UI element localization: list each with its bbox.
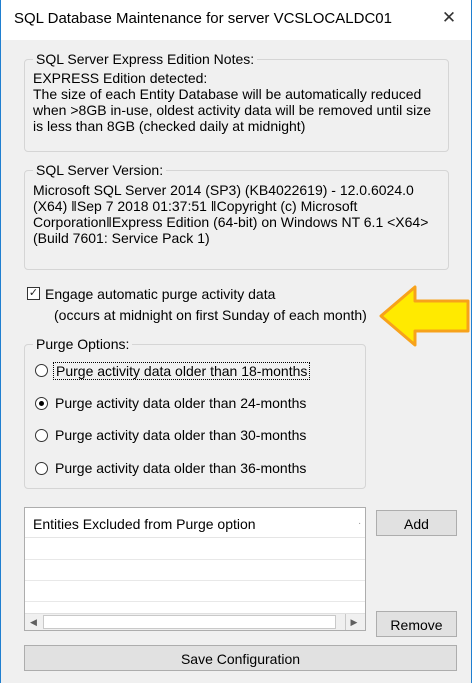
purge-options-label: Purge Options:: [33, 336, 133, 352]
radio-button[interactable]: [35, 364, 48, 377]
add-button[interactable]: Add: [376, 510, 457, 536]
scrollbar-thumb[interactable]: [43, 615, 336, 629]
purge-option-label[interactable]: Purge activity data older than 18-months: [53, 362, 311, 380]
purge-option-label[interactable]: Purge activity data older than 30-months: [53, 427, 308, 443]
list-column-header[interactable]: Entities Excluded from Purge option .: [25, 508, 365, 538]
remove-button[interactable]: Remove: [376, 611, 457, 637]
dialog-client-area: SQL Server Express Edition Notes: EXPRES…: [1, 40, 471, 683]
express-notes-label: SQL Server Express Edition Notes:: [33, 51, 258, 67]
scroll-right-icon[interactable]: ▶: [345, 614, 362, 630]
radio-button[interactable]: [35, 397, 48, 410]
list-column-header-label: Entities Excluded from Purge option: [33, 516, 256, 532]
radio-button[interactable]: [35, 462, 48, 475]
sql-version-group: SQL Server Version: Microsoft SQL Server…: [24, 162, 449, 270]
auto-purge-label[interactable]: Engage automatic purge activity data: [45, 286, 275, 302]
express-notes-text: EXPRESS Edition detected: The size of ea…: [33, 70, 432, 134]
window-title: SQL Database Maintenance for server VCSL…: [14, 10, 392, 27]
radio-selected-dot: [39, 401, 44, 406]
purge-option-label[interactable]: Purge activity data older than 24-months: [53, 395, 308, 411]
sql-version-text: Microsoft SQL Server 2014 (SP3) (KB40226…: [33, 182, 429, 246]
scroll-left-icon[interactable]: ◀: [25, 614, 42, 630]
auto-purge-schedule-note: (occurs at midnight on first Sunday of e…: [54, 307, 367, 323]
title-bar: SQL Database Maintenance for server VCSL…: [1, 0, 471, 40]
save-configuration-button[interactable]: Save Configuration: [24, 645, 457, 671]
sql-version-label: SQL Server Version:: [33, 162, 167, 178]
highlight-arrow-icon: [379, 285, 470, 347]
list-item[interactable]: [25, 581, 365, 602]
auto-purge-checkbox[interactable]: ✓: [27, 287, 40, 300]
horizontal-scrollbar[interactable]: ◀ ▶: [25, 613, 365, 630]
list-item[interactable]: [25, 560, 365, 581]
purge-option-label[interactable]: Purge activity data older than 36-months: [53, 460, 308, 476]
dialog-window: SQL Database Maintenance for server VCSL…: [0, 0, 472, 683]
excluded-entities-list[interactable]: Entities Excluded from Purge option . ◀ …: [24, 507, 366, 631]
list-item[interactable]: [25, 539, 365, 560]
radio-button[interactable]: [35, 429, 48, 442]
purge-options-group: Purge Options: Purge activity data older…: [24, 336, 366, 489]
express-notes-group: SQL Server Express Edition Notes: EXPRES…: [24, 51, 449, 152]
column-separator: .: [358, 516, 361, 527]
close-icon[interactable]: ✕: [437, 6, 461, 30]
